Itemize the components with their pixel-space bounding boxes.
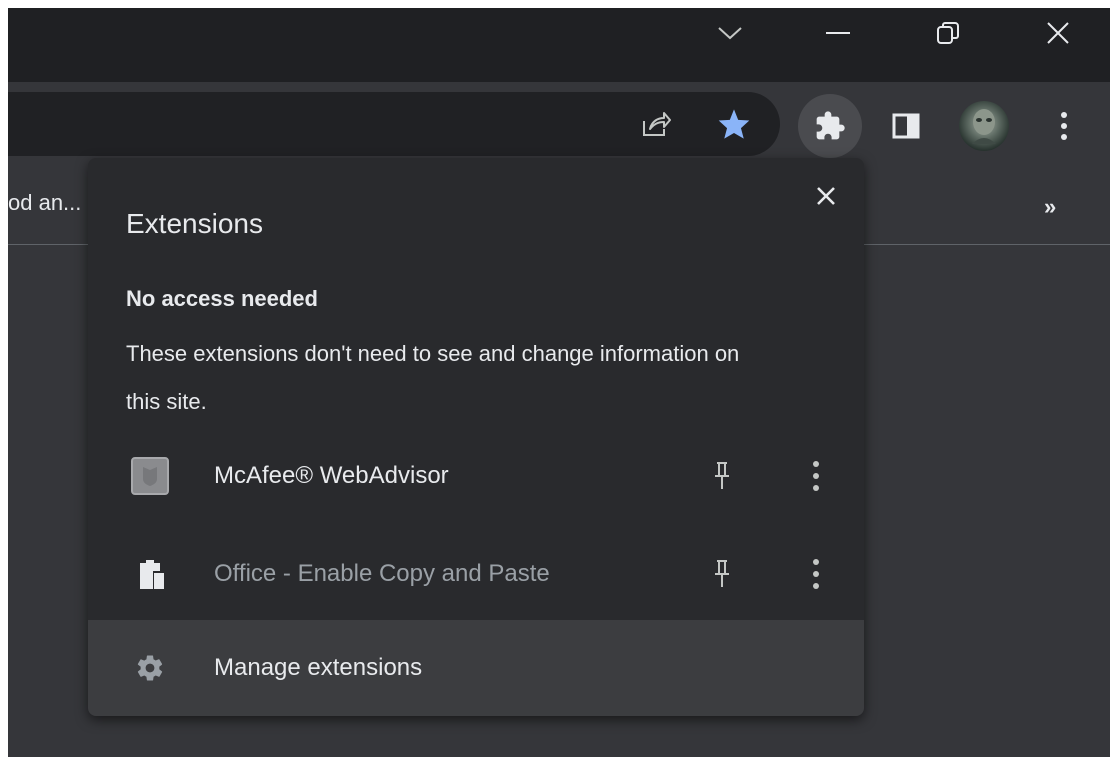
browser-window: od an... » Extensions No access needed T… [8,8,1110,757]
share-icon [643,112,671,136]
close-icon [1047,22,1069,44]
pin-button-office[interactable] [702,554,742,594]
bookmark-item[interactable]: od an... [8,190,81,216]
extension-name: McAfee® WebAdvisor [214,462,449,489]
minimize-icon [826,32,850,34]
pin-icon [715,462,729,489]
vertical-dots-icon [813,559,819,589]
extension-row-mcafee[interactable]: McAfee® WebAdvisor [88,432,864,528]
star-icon [718,109,750,139]
mcafee-icon [130,456,170,496]
manage-extensions-button[interactable]: Manage extensions [88,620,864,716]
manage-extensions-label: Manage extensions [214,654,423,681]
chevron-down-icon [718,27,742,40]
vertical-dots-icon [1061,112,1067,140]
restore-icon [937,22,959,44]
more-button-mcafee[interactable] [796,456,836,496]
close-window-button[interactable] [1028,8,1088,58]
address-bar[interactable] [8,92,780,156]
avatar [959,101,1009,151]
toolbar [8,82,1110,168]
side-panel-button[interactable] [886,106,926,146]
minimize-button[interactable] [808,8,868,58]
extension-row-office[interactable]: Office - Enable Copy and Paste [88,530,864,626]
pin-button-mcafee[interactable] [702,456,742,496]
close-popup-button[interactable] [806,176,846,216]
vertical-dots-icon [813,461,819,491]
bookmark-star-button[interactable] [714,106,754,142]
bookmarks-overflow-button[interactable]: » [1044,194,1056,220]
title-bar [8,8,1110,82]
share-button[interactable] [636,106,676,142]
section-description: These extensions don't need to see and c… [126,341,740,414]
chrome-menu-button[interactable] [1044,106,1084,146]
gear-icon [130,648,170,688]
clipboard-icon [130,554,170,594]
side-panel-icon [892,113,920,139]
more-button-office[interactable] [796,554,836,594]
close-icon [817,187,835,205]
restore-button[interactable] [918,8,978,58]
pin-icon [715,560,729,587]
extensions-button[interactable] [798,94,862,158]
puzzle-icon [816,111,845,140]
extensions-popup: Extensions No access needed These extens… [88,158,864,716]
profile-avatar[interactable] [956,98,1012,154]
popup-title: Extensions [126,208,263,239]
section-title: No access needed [126,286,318,311]
extension-name: Office - Enable Copy and Paste [214,560,550,587]
tab-search-button[interactable] [700,8,760,58]
